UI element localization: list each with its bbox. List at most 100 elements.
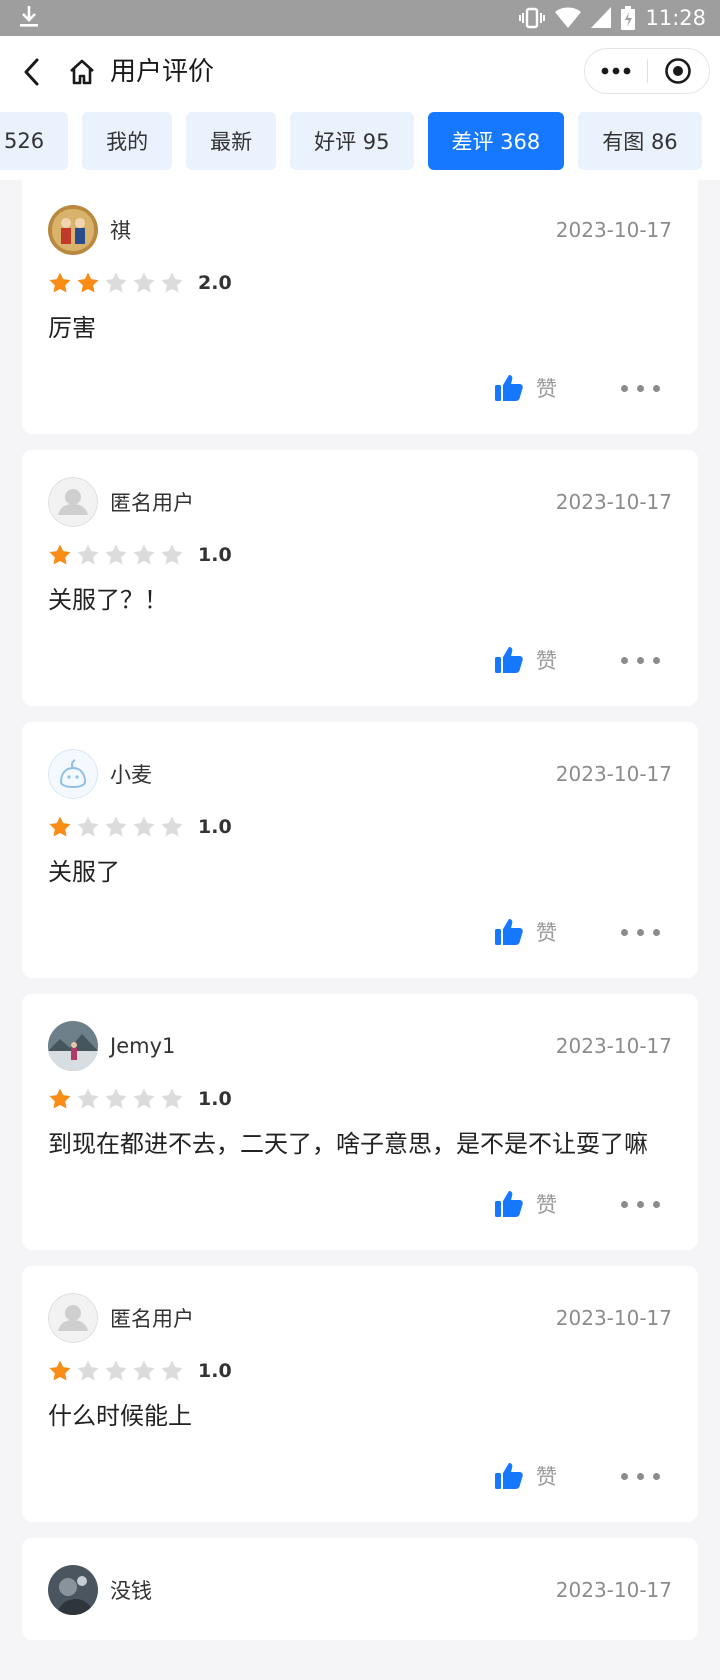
review-more-button[interactable] bbox=[621, 928, 660, 936]
tab-all[interactable]: 526 bbox=[0, 112, 69, 170]
mini-program-capsule bbox=[584, 48, 710, 94]
like-button[interactable]: 赞 bbox=[494, 1461, 557, 1491]
review-card: 小麦 2023-10-17 1.0 关服了 赞 bbox=[22, 722, 698, 978]
thumbs-up-icon bbox=[495, 1463, 523, 1489]
review-date: 2023-10-17 bbox=[555, 490, 672, 514]
avatar[interactable] bbox=[48, 749, 98, 799]
tab-with-images[interactable]: 有图 86 bbox=[578, 112, 702, 170]
star-rating bbox=[48, 815, 184, 839]
avatar[interactable] bbox=[48, 1021, 98, 1071]
star-empty-icon bbox=[105, 544, 127, 565]
star-rating bbox=[48, 271, 184, 295]
review-more-button[interactable] bbox=[621, 1472, 660, 1480]
cell-signal-icon bbox=[591, 7, 612, 29]
wifi-icon bbox=[555, 7, 582, 29]
chevron-left-icon bbox=[24, 58, 39, 86]
review-card: 没钱 2023-10-17 bbox=[22, 1538, 698, 1640]
like-label: 赞 bbox=[536, 649, 557, 673]
review-card: 匿名用户 2023-10-17 1.0 关服了？！ 赞 bbox=[22, 450, 698, 706]
thumbs-up-icon bbox=[495, 375, 523, 401]
star-empty-icon bbox=[161, 272, 183, 293]
review-more-button[interactable] bbox=[621, 656, 660, 664]
thumbs-up-icon bbox=[495, 647, 523, 673]
back-button[interactable] bbox=[14, 54, 50, 90]
like-button[interactable]: 赞 bbox=[494, 917, 557, 947]
review-content: 到现在都进不去，二天了，啥子意思，是不是不让耍了嘛 bbox=[48, 1130, 648, 1158]
star-filled-icon bbox=[49, 1088, 71, 1109]
review-list: 祺 2023-10-17 2.0 厉害 赞 匿名用户 2023-10-17 1.… bbox=[22, 180, 698, 1656]
clock-time: 11:28 bbox=[645, 6, 706, 30]
rating-score: 1.0 bbox=[198, 816, 232, 838]
like-button[interactable]: 赞 bbox=[494, 645, 557, 675]
tab-negative[interactable]: 差评 368 bbox=[427, 112, 565, 170]
rating-score: 2.0 bbox=[198, 272, 232, 294]
username[interactable]: 匿名用户 bbox=[110, 487, 194, 517]
tab-latest[interactable]: 最新 bbox=[186, 112, 277, 170]
star-filled-icon bbox=[49, 544, 71, 565]
star-empty-icon bbox=[133, 1360, 155, 1381]
default-user-avatar[interactable] bbox=[48, 1293, 98, 1343]
username[interactable]: 祺 bbox=[110, 215, 131, 245]
review-content: 关服了 bbox=[48, 858, 120, 886]
review-card: 祺 2023-10-17 2.0 厉害 赞 bbox=[22, 180, 698, 434]
username[interactable]: 匿名用户 bbox=[110, 1303, 194, 1333]
star-filled-icon bbox=[49, 272, 71, 293]
like-button[interactable]: 赞 bbox=[494, 373, 557, 403]
rating-score: 1.0 bbox=[198, 544, 232, 566]
review-date: 2023-10-17 bbox=[555, 762, 672, 786]
review-card: 匿名用户 2023-10-17 1.0 什么时候能上 赞 bbox=[22, 1266, 698, 1522]
default-user-avatar[interactable] bbox=[48, 477, 98, 527]
review-content: 厉害 bbox=[48, 314, 96, 342]
username[interactable]: Jemy1 bbox=[110, 1034, 175, 1058]
close-mini-program-button[interactable] bbox=[647, 49, 709, 93]
star-empty-icon bbox=[133, 272, 155, 293]
more-menu-button[interactable] bbox=[585, 49, 647, 93]
like-button[interactable]: 赞 bbox=[494, 1189, 557, 1219]
star-empty-icon bbox=[133, 816, 155, 837]
star-empty-icon bbox=[77, 1088, 99, 1109]
star-empty-icon bbox=[133, 1088, 155, 1109]
home-button[interactable] bbox=[64, 54, 100, 90]
review-date: 2023-10-17 bbox=[555, 1306, 672, 1330]
home-icon bbox=[70, 59, 94, 85]
username[interactable]: 没钱 bbox=[110, 1575, 152, 1605]
tab-positive[interactable]: 好评 95 bbox=[290, 112, 414, 170]
star-filled-icon bbox=[49, 816, 71, 837]
review-more-button[interactable] bbox=[621, 384, 660, 392]
tab-mine[interactable]: 我的 bbox=[82, 112, 173, 170]
star-empty-icon bbox=[77, 816, 99, 837]
star-empty-icon bbox=[77, 544, 99, 565]
rating-score: 1.0 bbox=[198, 1088, 232, 1110]
star-empty-icon bbox=[105, 1088, 127, 1109]
review-content: 什么时候能上 bbox=[48, 1402, 192, 1430]
rating-score: 1.0 bbox=[198, 1360, 232, 1382]
star-rating bbox=[48, 543, 184, 567]
rating: 1.0 bbox=[48, 1084, 672, 1114]
status-bar: 11:28 bbox=[0, 0, 720, 36]
star-empty-icon bbox=[105, 272, 127, 293]
target-icon bbox=[665, 58, 692, 84]
star-empty-icon bbox=[161, 1088, 183, 1109]
battery-icon bbox=[621, 6, 636, 30]
review-more-button[interactable] bbox=[621, 1200, 660, 1208]
star-empty-icon bbox=[133, 544, 155, 565]
star-rating bbox=[48, 1359, 184, 1383]
avatar[interactable] bbox=[48, 205, 98, 255]
star-empty-icon bbox=[77, 1360, 99, 1381]
username[interactable]: 小麦 bbox=[110, 759, 152, 789]
star-rating bbox=[48, 1087, 184, 1111]
rating: 2.0 bbox=[48, 268, 672, 298]
avatar[interactable] bbox=[48, 1565, 98, 1615]
star-empty-icon bbox=[161, 544, 183, 565]
review-date: 2023-10-17 bbox=[555, 1578, 672, 1602]
nav-bar: 用户评价 bbox=[0, 36, 720, 108]
like-label: 赞 bbox=[536, 1193, 557, 1217]
star-empty-icon bbox=[105, 816, 127, 837]
review-card: Jemy1 2023-10-17 1.0 到现在都进不去，二天了，啥子意思，是不… bbox=[22, 994, 698, 1250]
download-icon bbox=[18, 4, 40, 32]
star-empty-icon bbox=[161, 1360, 183, 1381]
thumbs-up-icon bbox=[495, 919, 523, 945]
star-filled-icon bbox=[77, 272, 99, 293]
rating: 1.0 bbox=[48, 540, 672, 570]
rating: 1.0 bbox=[48, 1356, 672, 1386]
